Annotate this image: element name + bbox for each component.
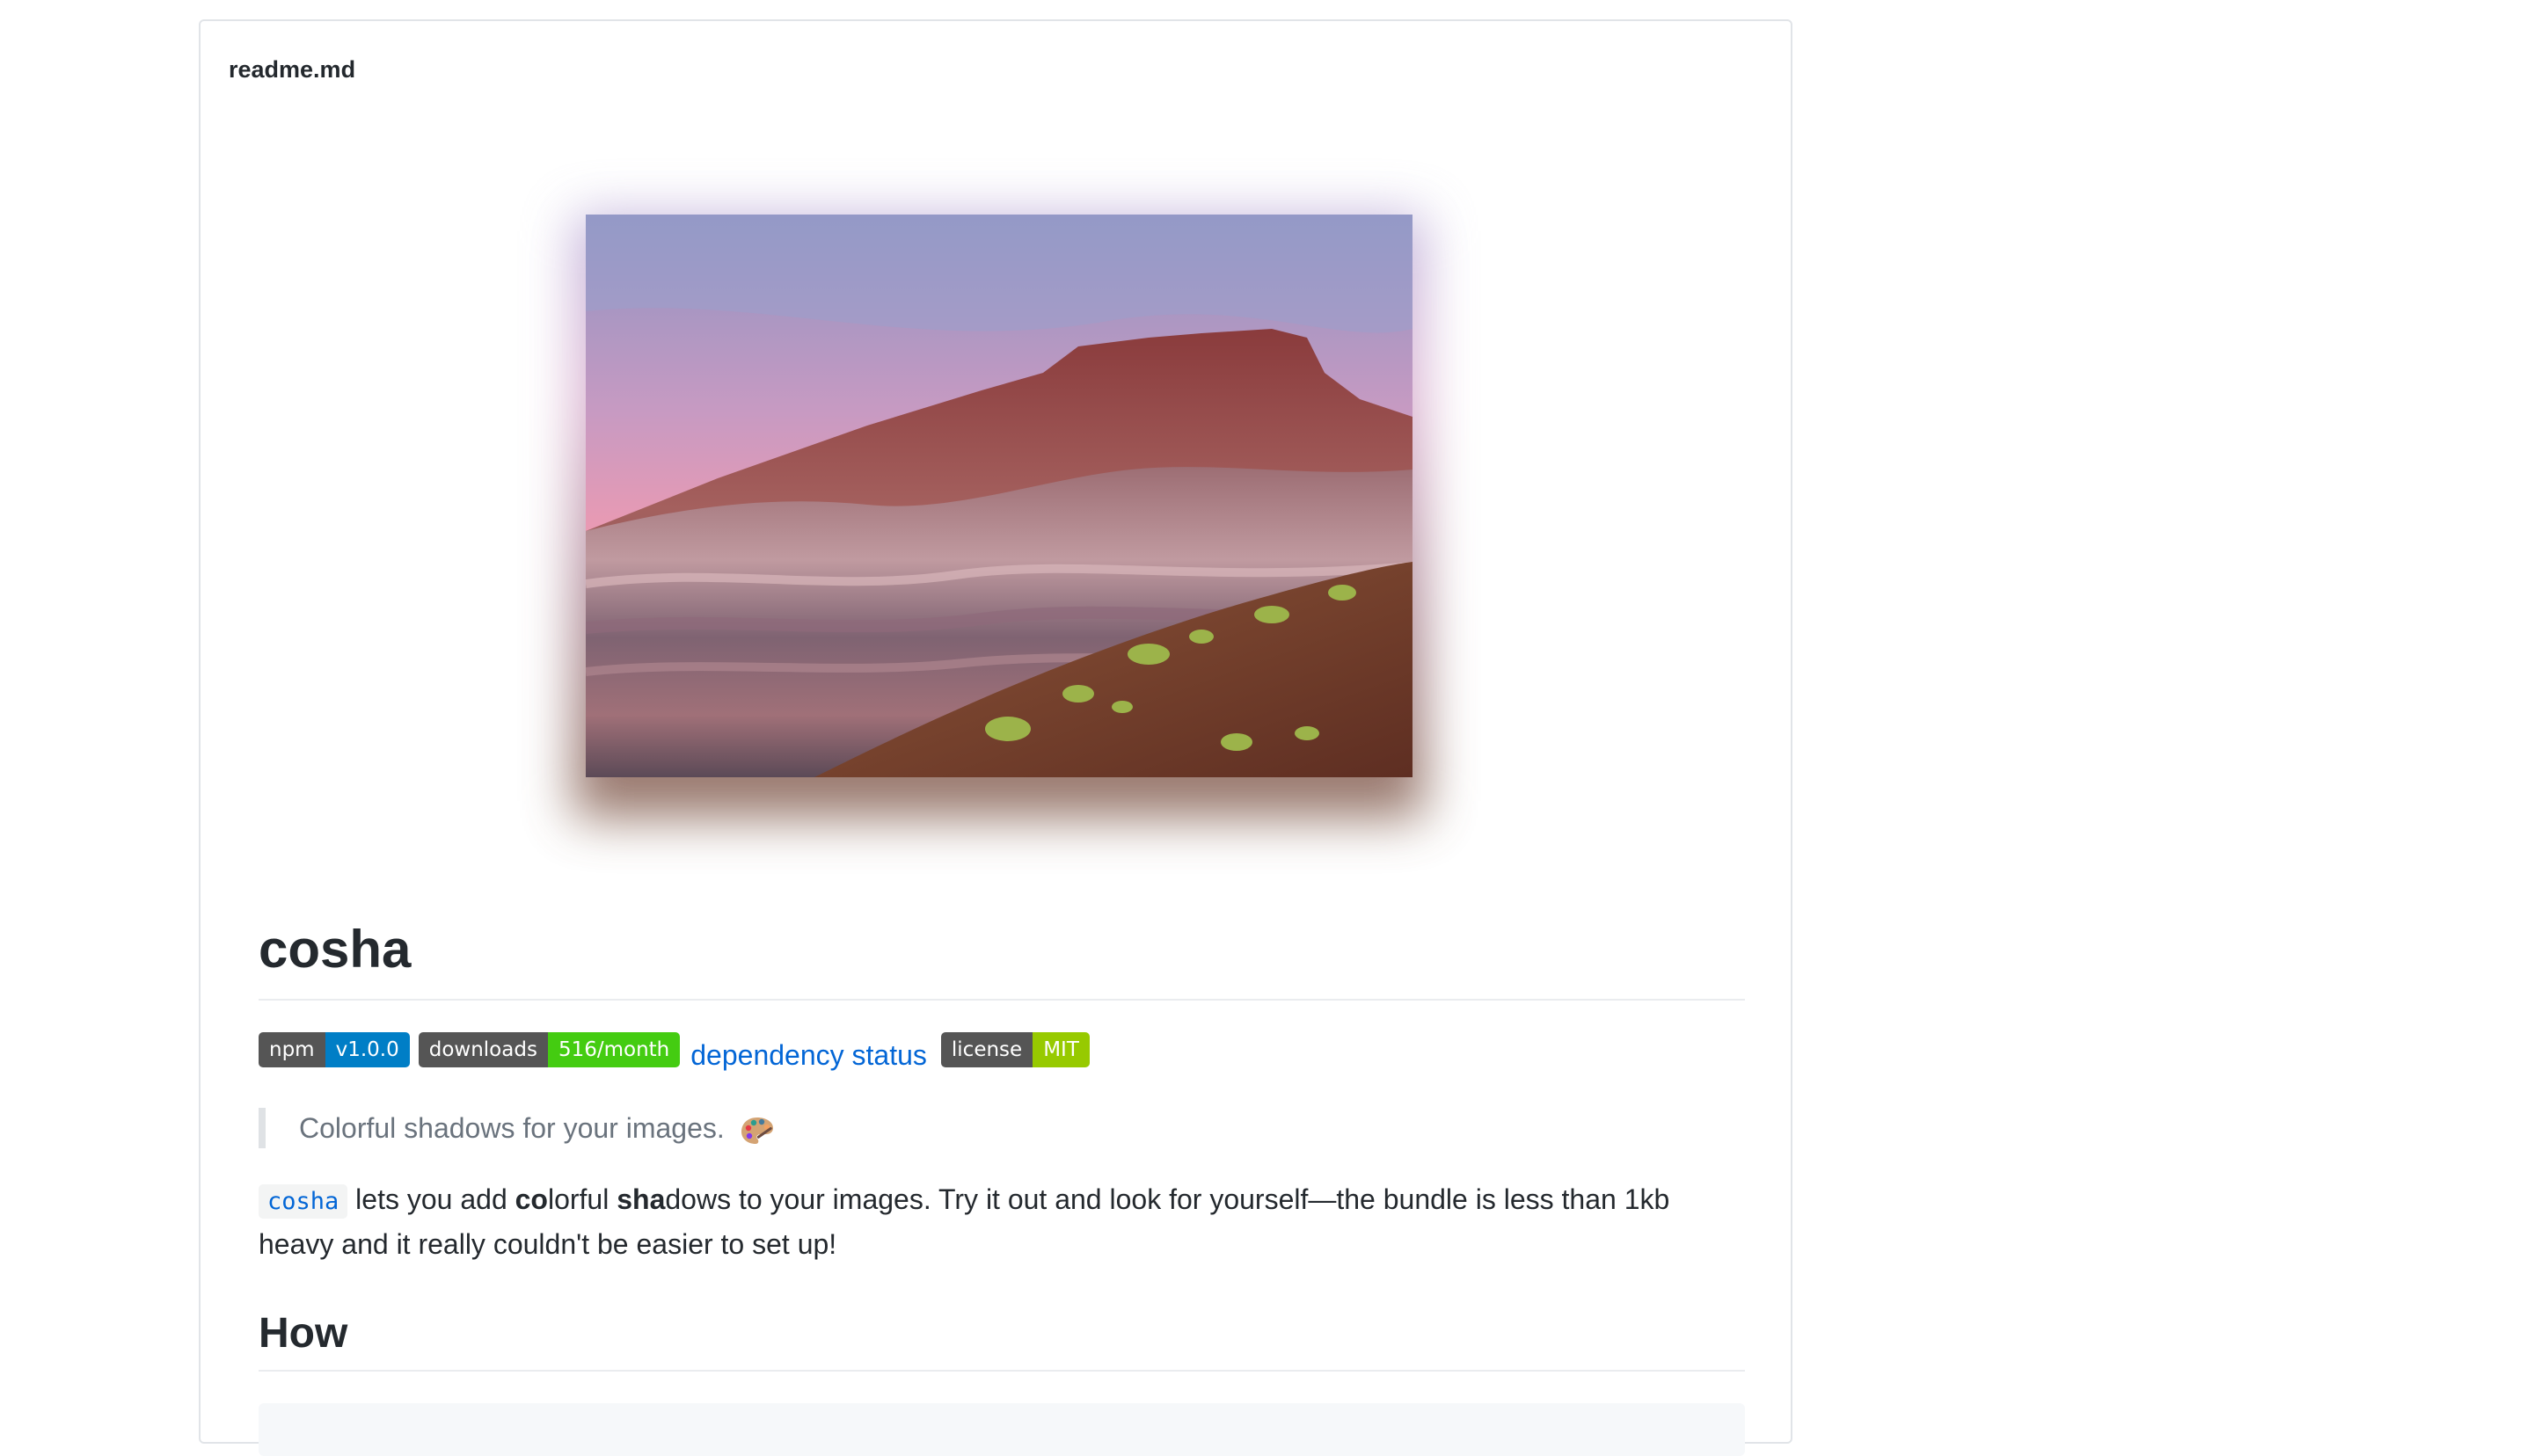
tagline-blockquote: Colorful shadows for your images.	[259, 1108, 1745, 1148]
project-title: cosha	[259, 918, 1745, 1001]
code-block	[259, 1403, 1745, 1456]
intro-text: lorful	[547, 1183, 617, 1215]
inline-code: cosha	[259, 1184, 348, 1219]
downloads-badge[interactable]: downloads 516/month	[418, 1032, 681, 1067]
intro-bold: co	[515, 1183, 548, 1215]
hero-image-wrapper	[573, 215, 1426, 818]
tagline-text: Colorful shadows for your images.	[299, 1112, 725, 1144]
artist-palette-icon	[740, 1116, 775, 1146]
readme-content: cosha npm v1.0.0 downloads 516/month dep…	[259, 918, 1745, 1456]
section-heading-how: How	[259, 1309, 1745, 1372]
hero-image	[586, 215, 1412, 777]
badge-value: 516/month	[547, 1032, 681, 1067]
npm-version-badge[interactable]: npm v1.0.0	[259, 1032, 410, 1067]
badge-value: v1.0.0	[325, 1032, 410, 1067]
badge-key: license	[940, 1032, 1033, 1067]
badge-value: MIT	[1033, 1032, 1090, 1067]
landscape-illustration	[586, 215, 1412, 777]
badge-row: npm v1.0.0 downloads 516/month dependenc…	[259, 1030, 1745, 1072]
readme-container: readme.md cosha npm v1.0.0 downloads 516…	[199, 19, 1792, 1456]
dependency-status-link[interactable]: dependency status	[690, 1039, 927, 1072]
intro-paragraph: cosha lets you add colorful shadows to y…	[259, 1178, 1745, 1265]
badge-key: downloads	[418, 1032, 548, 1067]
license-badge[interactable]: license MIT	[940, 1032, 1090, 1067]
badge-key: npm	[259, 1032, 325, 1067]
intro-bold: sha	[617, 1183, 666, 1215]
intro-text: lets you add	[347, 1183, 515, 1215]
readme-filename: readme.md	[229, 56, 356, 83]
